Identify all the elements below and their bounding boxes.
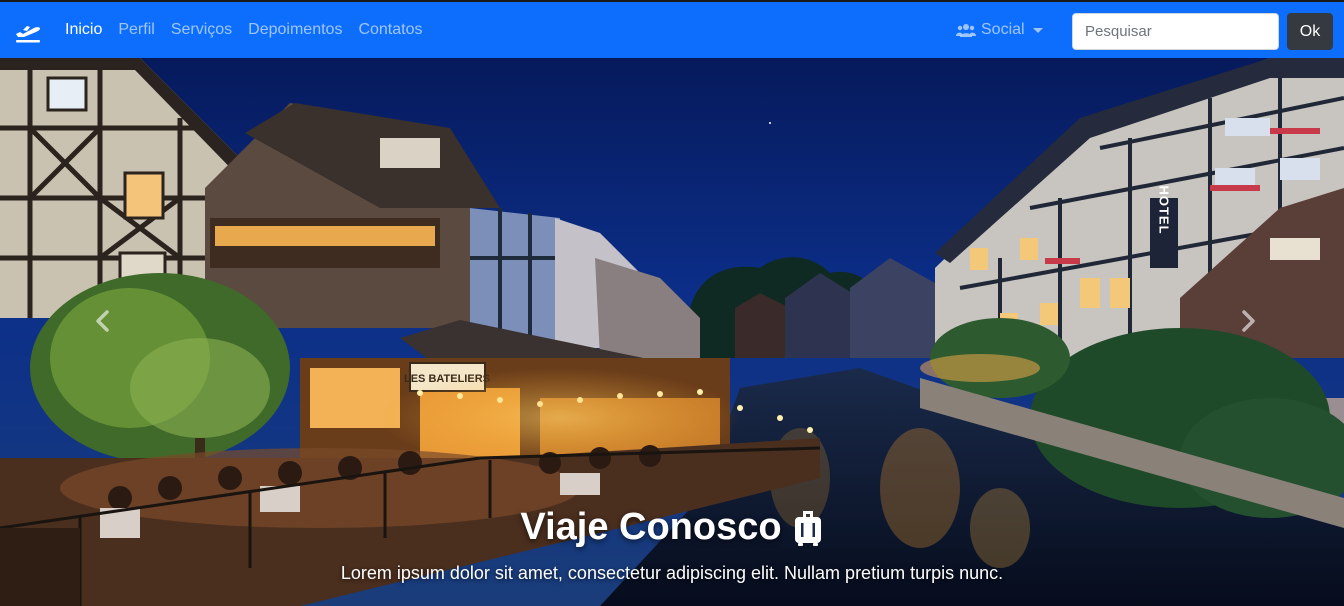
carousel: LES BATELIERS HOTEL Viaje Conosco Lorem … xyxy=(0,58,1344,606)
nav-links: Inicio Perfil Serviços Depoimentos Conta… xyxy=(65,2,439,58)
nav-link-depoimentos[interactable]: Depoimentos xyxy=(248,21,342,39)
nav-link-inicio[interactable]: Inicio xyxy=(65,21,102,39)
users-icon xyxy=(956,24,976,37)
caret-down-icon xyxy=(1032,27,1043,33)
carousel-caption: Viaje Conosco Lorem ipsum dolor sit amet… xyxy=(0,506,1344,584)
sign-hotel: HOTEL xyxy=(1157,185,1172,234)
search-input[interactable] xyxy=(1072,13,1279,50)
caption-title-text: Viaje Conosco xyxy=(520,506,782,548)
nav-link-perfil[interactable]: Perfil xyxy=(118,21,154,39)
social-dropdown[interactable]: Social xyxy=(956,2,1043,58)
nav-link-contatos[interactable]: Contatos xyxy=(358,21,422,39)
chevron-right-icon[interactable] xyxy=(1233,306,1263,336)
plane-departure-icon[interactable] xyxy=(14,20,42,44)
caption-title: Viaje Conosco xyxy=(520,506,823,549)
ok-button[interactable]: Ok xyxy=(1287,13,1333,50)
suitcase-icon xyxy=(794,510,821,546)
navbar: Inicio Perfil Serviços Depoimentos Conta… xyxy=(0,0,1344,58)
social-label: Social xyxy=(981,21,1025,38)
nav-link-servicos[interactable]: Serviços xyxy=(171,21,232,39)
chevron-left-icon[interactable] xyxy=(88,306,118,336)
caption-text: Lorem ipsum dolor sit amet, consectetur … xyxy=(340,563,1004,583)
